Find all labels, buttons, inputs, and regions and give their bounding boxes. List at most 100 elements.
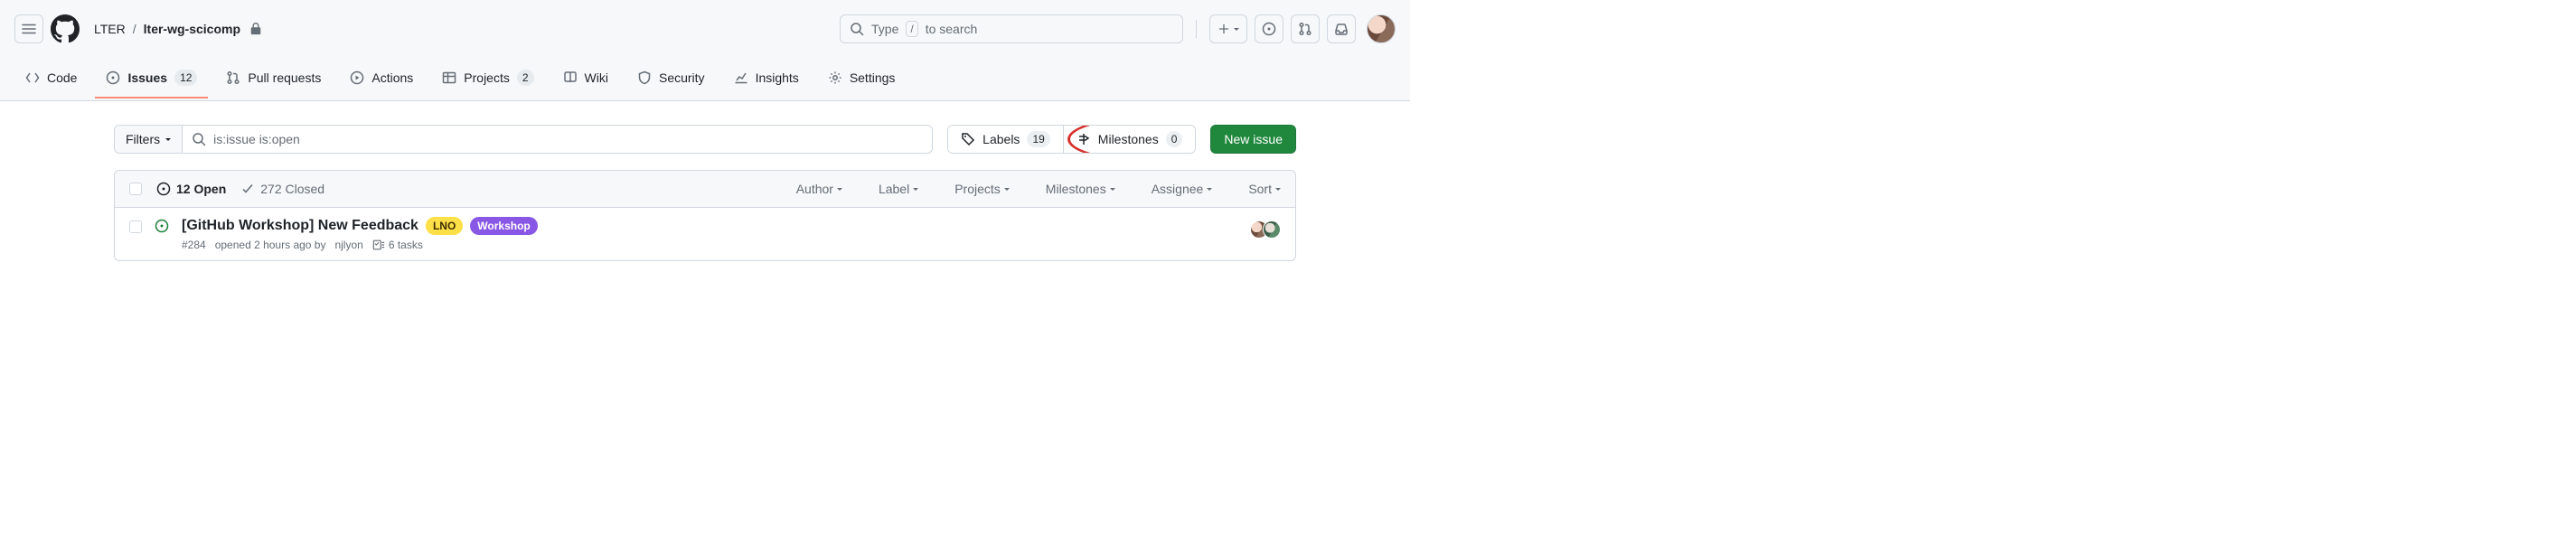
issues-list: 12 Open 272 Closed Author Label Projects… xyxy=(114,170,1296,261)
issue-row: [GitHub Workshop] New Feedback LNO Worksho… xyxy=(115,208,1295,260)
new-issue-button[interactable]: New issue xyxy=(1210,125,1296,154)
tab-issues-label: Issues xyxy=(127,70,167,85)
tab-projects[interactable]: Projects 2 xyxy=(431,61,544,98)
tab-actions-label: Actions xyxy=(371,70,413,85)
select-all-checkbox[interactable] xyxy=(129,183,142,195)
tab-settings-label: Settings xyxy=(850,70,896,85)
git-pull-icon xyxy=(1298,22,1312,36)
filter-projects[interactable]: Projects xyxy=(954,182,1010,196)
issue-open-icon xyxy=(155,219,169,236)
labels-button[interactable]: Labels 19 xyxy=(948,126,1063,153)
milestone-icon xyxy=(1076,132,1091,146)
closed-issues-tab[interactable]: 272 Closed xyxy=(240,182,324,196)
issue-tasks[interactable]: 6 tasks xyxy=(372,239,423,251)
labels-button-label: Labels xyxy=(982,132,1020,146)
tab-projects-label: Projects xyxy=(464,70,510,85)
caret-down-icon xyxy=(1207,188,1212,191)
tab-insights-label: Insights xyxy=(756,70,799,85)
tab-security-label: Security xyxy=(659,70,705,85)
issue-label[interactable]: LNO xyxy=(426,217,463,235)
search-icon xyxy=(850,22,864,36)
shield-icon xyxy=(637,70,652,85)
tab-insights[interactable]: Insights xyxy=(723,61,810,98)
breadcrumb: LTER / lter-wg-scicomp xyxy=(94,22,262,36)
issue-title[interactable]: [GitHub Workshop] New Feedback xyxy=(182,218,418,234)
assignee-avatar[interactable] xyxy=(1263,220,1281,239)
issue-label[interactable]: Workshop xyxy=(470,217,537,235)
open-icon xyxy=(156,182,171,196)
issue-dot-icon xyxy=(1262,22,1276,36)
issue-number: #284 xyxy=(182,239,206,251)
milestones-button-label: Milestones xyxy=(1098,132,1159,146)
pull-requests-shortcut-button[interactable] xyxy=(1291,14,1320,43)
global-header: LTER / lter-wg-scicomp Type / to search xyxy=(0,0,1410,58)
filters-button[interactable]: Filters xyxy=(115,126,183,153)
labels-count: 19 xyxy=(1027,131,1049,147)
issue-author[interactable]: njlyon xyxy=(334,239,362,251)
issues-icon xyxy=(106,70,120,85)
open-issues-label: 12 Open xyxy=(176,182,226,196)
issue-main: [GitHub Workshop] New Feedback LNO Worksho… xyxy=(182,217,1237,251)
breadcrumb-owner[interactable]: LTER xyxy=(94,22,126,36)
issue-checkbox[interactable] xyxy=(129,220,142,233)
tab-actions[interactable]: Actions xyxy=(339,61,424,98)
tab-projects-count: 2 xyxy=(517,70,534,86)
search-kbd: / xyxy=(906,21,917,37)
table-icon xyxy=(442,70,456,85)
caret-down-icon xyxy=(1275,188,1281,191)
tab-issues-count: 12 xyxy=(174,70,197,86)
tab-issues[interactable]: Issues 12 xyxy=(95,61,208,98)
tab-pulls[interactable]: Pull requests xyxy=(215,61,332,98)
caret-down-icon xyxy=(837,188,842,191)
tab-pulls-label: Pull requests xyxy=(248,70,321,85)
filters-search-input[interactable] xyxy=(213,132,923,146)
tab-wiki-label: Wiki xyxy=(585,70,608,85)
filter-assignee[interactable]: Assignee xyxy=(1152,182,1213,196)
search-icon xyxy=(192,132,206,146)
filters-button-label: Filters xyxy=(126,132,160,146)
milestones-count: 0 xyxy=(1166,131,1183,147)
tab-code[interactable]: Code xyxy=(14,61,88,98)
divider xyxy=(1196,20,1197,38)
inbox-icon xyxy=(1334,22,1349,36)
create-new-button[interactable] xyxy=(1209,14,1247,43)
tab-settings[interactable]: Settings xyxy=(817,61,907,98)
tab-security[interactable]: Security xyxy=(626,61,716,98)
breadcrumb-repo[interactable]: lter-wg-scicomp xyxy=(144,22,240,36)
lock-icon xyxy=(249,23,262,35)
gear-icon xyxy=(828,70,842,85)
caret-down-icon xyxy=(1110,188,1115,191)
tab-code-label: Code xyxy=(47,70,77,85)
filter-sort[interactable]: Sort xyxy=(1248,182,1281,196)
github-logo[interactable] xyxy=(51,14,80,43)
search-placeholder-before: Type xyxy=(871,22,898,36)
filter-milestones[interactable]: Milestones xyxy=(1046,182,1115,196)
code-icon xyxy=(25,70,40,85)
hamburger-button[interactable] xyxy=(14,14,43,43)
filters-row: Filters Labels 19 Milestones 0 New issue xyxy=(114,125,1296,154)
global-search[interactable]: Type / to search xyxy=(840,14,1183,43)
caret-down-icon xyxy=(1234,28,1239,31)
filter-author[interactable]: Author xyxy=(796,182,842,196)
filter-label[interactable]: Label xyxy=(879,182,918,196)
tab-wiki[interactable]: Wiki xyxy=(552,61,619,98)
issue-opened-text: opened 2 hours ago by xyxy=(215,239,326,251)
notifications-button[interactable] xyxy=(1327,14,1356,43)
book-icon xyxy=(563,70,578,85)
closed-issues-label: 272 Closed xyxy=(260,182,324,196)
check-icon xyxy=(240,182,255,196)
issues-shortcut-button[interactable] xyxy=(1255,14,1283,43)
play-circle-icon xyxy=(350,70,364,85)
filters-search-wrap[interactable] xyxy=(183,126,932,153)
user-avatar[interactable] xyxy=(1367,14,1396,43)
milestones-button[interactable]: Milestones 0 xyxy=(1063,126,1196,153)
issues-list-header: 12 Open 272 Closed Author Label Projects… xyxy=(115,171,1295,208)
labels-milestones-group: Labels 19 Milestones 0 xyxy=(947,125,1196,154)
open-issues-tab[interactable]: 12 Open xyxy=(156,182,226,196)
plus-icon xyxy=(1217,23,1230,35)
tag-icon xyxy=(961,132,975,146)
assignee-stack xyxy=(1250,220,1281,239)
caret-down-icon xyxy=(913,188,918,191)
git-pull-icon xyxy=(226,70,240,85)
filters-combo: Filters xyxy=(114,125,933,154)
